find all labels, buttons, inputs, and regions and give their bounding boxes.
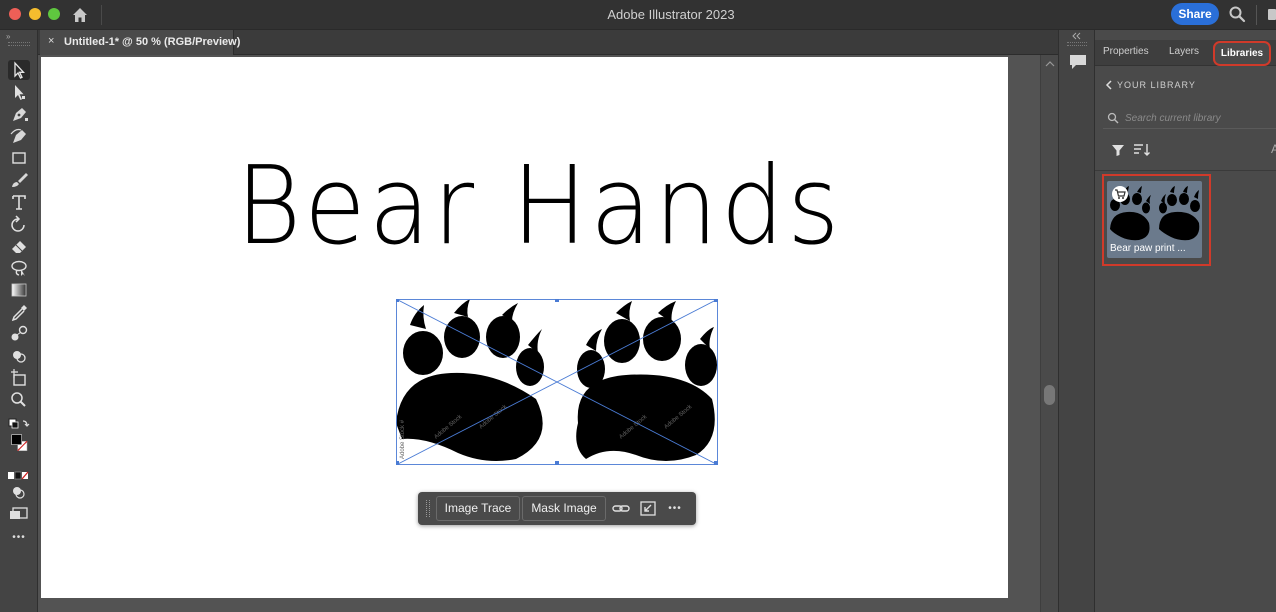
svg-text:Adobe Stock #: Adobe Stock # bbox=[400, 419, 406, 459]
embed-icon[interactable] bbox=[639, 500, 657, 517]
rectangle-tool-icon[interactable] bbox=[8, 148, 30, 168]
draw-mode-icon[interactable] bbox=[8, 482, 30, 500]
collapsed-panels-strip bbox=[1058, 30, 1095, 612]
panels-icon[interactable] bbox=[1268, 9, 1276, 20]
stock-cart-icon bbox=[1112, 186, 1128, 202]
color-modes-icon[interactable] bbox=[8, 466, 30, 480]
headline-text[interactable]: Bear Hands bbox=[38, 142, 1040, 268]
rotate-tool-icon[interactable] bbox=[8, 214, 30, 234]
library-heading[interactable]: YOUR LIBRARY bbox=[1117, 80, 1196, 90]
document-tab-strip: × Untitled-1* @ 50 % (RGB/Preview) bbox=[38, 30, 1058, 55]
share-button[interactable]: Share bbox=[1171, 3, 1219, 25]
task-bar-grip[interactable] bbox=[426, 500, 430, 517]
libraries-panel: Properties Layers Libraries YOUR LIBRARY… bbox=[1095, 30, 1276, 612]
selection-tool-icon[interactable] bbox=[8, 60, 30, 80]
document-tab[interactable]: × Untitled-1* @ 50 % (RGB/Preview) bbox=[40, 30, 240, 55]
library-search-input[interactable] bbox=[1125, 109, 1275, 127]
expand-panels-icon[interactable] bbox=[1071, 32, 1081, 42]
collapse-tools-icon[interactable]: » bbox=[6, 32, 10, 41]
library-search bbox=[1103, 107, 1276, 129]
panel-strip-grip[interactable] bbox=[1067, 42, 1087, 46]
paintbrush-tool-icon[interactable] bbox=[8, 170, 30, 190]
sort-icon[interactable] bbox=[1133, 143, 1151, 157]
tools-grip[interactable] bbox=[8, 42, 30, 46]
more-options-button[interactable]: ••• bbox=[666, 500, 684, 517]
search-icon[interactable] bbox=[1228, 5, 1246, 23]
illustrator-window: Adobe Illustrator 2023 Share » ••• × Unt… bbox=[0, 0, 1276, 612]
mask-image-button[interactable]: Mask Image bbox=[522, 496, 606, 521]
title-divider-right bbox=[1256, 5, 1257, 25]
screen-mode-icon[interactable] bbox=[8, 504, 30, 522]
artboard-tool-icon[interactable] bbox=[8, 368, 30, 388]
curvature-tool-icon[interactable] bbox=[8, 126, 30, 146]
tab-properties[interactable]: Properties bbox=[1103, 46, 1149, 57]
scroll-up-icon[interactable] bbox=[1045, 60, 1055, 70]
eyedropper-tool-icon[interactable] bbox=[8, 302, 30, 322]
fill-stroke-swatch[interactable] bbox=[8, 434, 30, 464]
document-tab-label: Untitled-1* @ 50 % (RGB/Preview) bbox=[64, 36, 241, 48]
gradient-tool-icon[interactable] bbox=[8, 280, 30, 300]
app-title: Adobe Illustrator 2023 bbox=[607, 7, 735, 22]
scrollbar-thumb[interactable] bbox=[1044, 385, 1055, 405]
direct-selection-tool-icon[interactable] bbox=[8, 82, 30, 102]
panel-tabs: Properties Layers Libraries bbox=[1095, 40, 1276, 66]
library-item-label: Bear paw print ... bbox=[1110, 243, 1186, 254]
tab-layers[interactable]: Layers bbox=[1169, 46, 1199, 57]
close-tab-icon[interactable]: × bbox=[48, 35, 54, 47]
vertical-scrollbar[interactable] bbox=[1040, 55, 1058, 612]
zoom-tool-icon[interactable] bbox=[8, 390, 30, 410]
contextual-task-bar: Image Trace Mask Image ••• bbox=[418, 492, 696, 525]
library-divider bbox=[1095, 170, 1276, 171]
edit-toolbar-button[interactable]: ••• bbox=[8, 532, 30, 546]
eraser-tool-icon[interactable] bbox=[8, 236, 30, 256]
title-bar: Adobe Illustrator 2023 Share bbox=[0, 0, 1276, 30]
shape-builder-tool-icon[interactable] bbox=[8, 346, 30, 366]
comments-icon[interactable] bbox=[1067, 52, 1089, 72]
lasso-tool-icon[interactable] bbox=[8, 258, 30, 278]
pen-tool-icon[interactable] bbox=[8, 104, 30, 124]
image-trace-button[interactable]: Image Trace bbox=[436, 496, 520, 521]
canvas[interactable]: Bear Hands Adobe Stock Adobe Stock Adobe… bbox=[38, 55, 1040, 612]
library-item-card[interactable]: Bear paw print ... bbox=[1107, 181, 1202, 258]
search-icon bbox=[1107, 111, 1119, 124]
blend-tool-icon[interactable] bbox=[8, 324, 30, 344]
back-chevron-icon[interactable] bbox=[1105, 80, 1113, 93]
filter-icon[interactable] bbox=[1111, 143, 1125, 157]
tools-panel: » ••• bbox=[0, 30, 38, 612]
bear-paw-placed-image[interactable]: Adobe Stock Adobe Stock Adobe Stock Adob… bbox=[396, 299, 718, 465]
text-style-icon[interactable]: A bbox=[1271, 142, 1276, 156]
type-tool-icon[interactable] bbox=[8, 192, 30, 212]
tab-libraries[interactable]: Libraries bbox=[1213, 41, 1271, 66]
link-icon[interactable] bbox=[612, 500, 630, 517]
default-fill-stroke-icon[interactable] bbox=[8, 416, 30, 432]
